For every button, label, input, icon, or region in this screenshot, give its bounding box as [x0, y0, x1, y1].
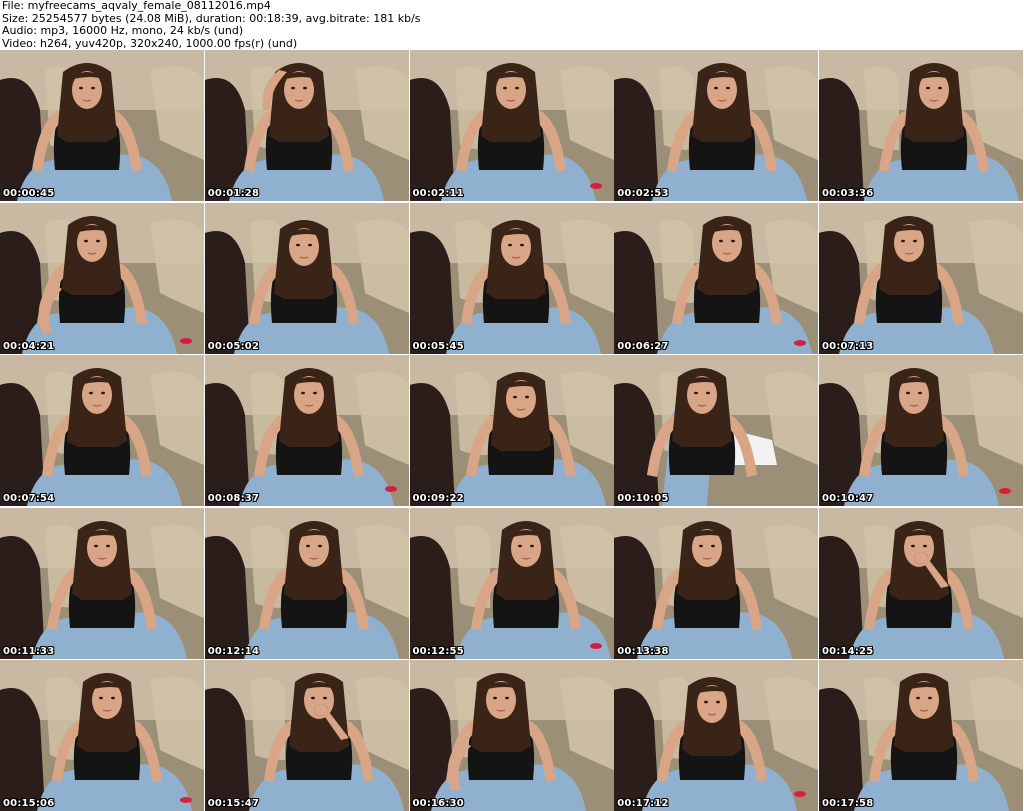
file-name-line: File: myfreecams_aqvaly_female_08112016.…	[2, 0, 271, 12]
thumbnail-timestamp: 00:09:22	[412, 493, 464, 504]
thumbnail-frame-image	[0, 50, 204, 201]
thumbnail-frame-image	[819, 50, 1023, 201]
thumbnail-timestamp: 00:00:45	[3, 188, 55, 199]
thumbnail-frame-image	[614, 507, 819, 659]
audio-info-line: Audio: mp3, 16000 Hz, mono, 24 kb/s (und…	[2, 24, 244, 37]
thumbnail-frame-image	[204, 507, 409, 659]
thumbnail-frame-image	[819, 507, 1023, 659]
thumbnail-timestamp: 00:02:53	[617, 188, 669, 199]
thumbnail-timestamp: 00:03:36	[822, 188, 874, 199]
thumbnail-timestamp: 00:12:14	[207, 645, 260, 657]
thumbnail-frame-image	[819, 660, 1023, 811]
thumbnail-timestamp: 00:16:30	[412, 798, 464, 809]
video-thumbnail: 00:16:30	[409, 660, 614, 811]
thumbnail-timestamp: 00:14:25	[822, 645, 874, 657]
thumbnail-timestamp: 00:10:05	[617, 493, 669, 504]
video-thumbnail: 00:17:12	[614, 660, 819, 811]
thumbnail-timestamp: 00:07:13	[822, 340, 874, 352]
video-thumbnail: 00:13:38	[614, 507, 819, 659]
thumbnail-timestamp: 00:06:27	[617, 340, 669, 352]
video-thumbnail: 00:07:54	[0, 355, 204, 506]
thumbnail-grid: 00:00:45 00:01:28 00:02:11 00:02:53 00:03:36…	[0, 50, 1024, 811]
video-thumbnail: 00:03:36	[819, 50, 1023, 201]
video-thumbnail: 00:02:11	[409, 50, 614, 201]
thumbnail-frame-image	[819, 355, 1023, 506]
thumbnail-timestamp: 00:15:06	[3, 798, 55, 809]
video-thumbnail: 00:06:27	[614, 202, 819, 354]
thumbnail-frame-image	[614, 50, 819, 201]
thumbnail-timestamp: 00:11:33	[3, 645, 55, 657]
thumbnail-timestamp: 00:13:38	[617, 645, 669, 657]
video-info-line: Video: h264, yuv420p, 320x240, 1000.00 f…	[2, 36, 298, 50]
video-thumbnail: 00:09:22	[409, 355, 614, 506]
thumbnail-timestamp: 00:17:58	[822, 798, 874, 809]
thumbnail-timestamp: 00:07:54	[3, 493, 55, 504]
video-thumbnail: 00:02:53	[614, 50, 819, 201]
thumbnail-timestamp: 00:04:21	[3, 340, 55, 352]
video-thumbnail: 00:05:45	[409, 202, 614, 354]
thumbnail-timestamp: 00:01:28	[207, 188, 260, 199]
video-thumbnail: 00:15:06	[0, 660, 204, 811]
thumbnail-frame-image	[0, 507, 204, 659]
video-thumbnail: 00:11:33	[0, 507, 204, 659]
thumbnail-frame-image	[409, 355, 614, 506]
thumbnail-frame-image	[204, 660, 409, 811]
file-info-header: File: myfreecams_aqvaly_female_08112016.…	[2, 0, 1022, 50]
video-thumbnail: 00:17:58	[819, 660, 1023, 811]
video-thumbnail: 00:08:37	[204, 355, 409, 506]
video-thumbnail: 00:14:25	[819, 507, 1023, 659]
thumbnail-frame-image	[204, 355, 409, 506]
thumbnail-frame-image	[409, 50, 614, 201]
thumbnail-frame-image	[204, 50, 409, 201]
thumbnail-frame-image	[614, 660, 819, 811]
video-thumbnail: 00:05:02	[204, 202, 409, 354]
video-thumbnail: 00:12:55	[409, 507, 614, 659]
thumbnail-frame-image	[409, 660, 614, 811]
video-thumbnail: 00:10:47	[819, 355, 1023, 506]
video-thumbnail: 00:12:14	[204, 507, 409, 659]
thumbnail-frame-image	[204, 202, 409, 354]
thumbnail-timestamp: 00:12:55	[412, 645, 464, 657]
thumbnail-frame-image	[819, 202, 1023, 354]
thumbnail-frame-image	[0, 202, 204, 354]
thumbnail-timestamp: 00:08:37	[207, 493, 260, 504]
thumbnail-frame-image	[0, 660, 204, 811]
thumbnail-timestamp: 00:05:45	[412, 340, 464, 352]
thumbnail-frame-image	[614, 355, 819, 506]
thumbnail-frame-image	[614, 202, 819, 354]
thumbnail-timestamp: 00:02:11	[412, 188, 464, 199]
thumbnail-timestamp: 00:05:02	[207, 340, 260, 352]
video-thumbnail: 00:01:28	[204, 50, 409, 201]
thumbnail-timestamp: 00:10:47	[822, 493, 874, 504]
thumbnail-timestamp: 00:15:47	[207, 798, 260, 809]
video-thumbnail: 00:15:47	[204, 660, 409, 811]
video-thumbnail: 00:04:21	[0, 202, 204, 354]
video-thumbnail: 00:10:05	[614, 355, 819, 506]
video-thumbnail: 00:07:13	[819, 202, 1023, 354]
thumbnail-frame-image	[0, 355, 204, 506]
thumbnail-timestamp: 00:17:12	[617, 798, 669, 809]
video-thumbnail: 00:00:45	[0, 50, 204, 201]
thumbnail-frame-image	[409, 202, 614, 354]
thumbnail-frame-image	[409, 507, 614, 659]
